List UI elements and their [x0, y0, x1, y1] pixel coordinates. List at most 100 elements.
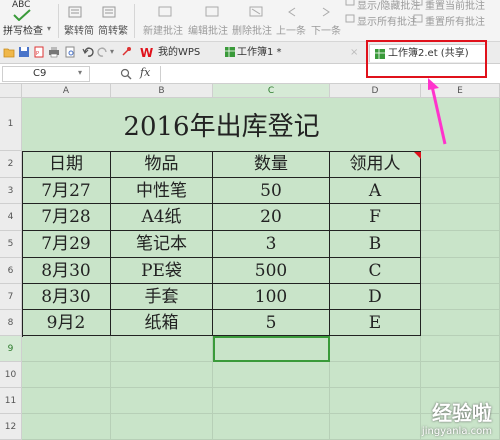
new-comment-button[interactable]: 新建批注	[143, 22, 183, 37]
tab-my-wps[interactable]: 我的WPS	[158, 44, 200, 62]
table-cell[interactable]: 50	[213, 178, 330, 204]
table-header-cell[interactable]: 日期	[22, 151, 111, 178]
table-cell[interactable]: D	[330, 284, 421, 310]
column-header[interactable]: D	[330, 84, 421, 98]
table-cell[interactable]: 7月27	[22, 178, 111, 204]
table-cell[interactable]: 8月30	[22, 258, 111, 284]
table-cell[interactable]: 3	[213, 231, 330, 258]
empty-cell[interactable]	[421, 310, 500, 336]
empty-cell[interactable]	[421, 151, 500, 178]
table-cell[interactable]: 5	[213, 310, 330, 336]
row-header[interactable]: 8	[0, 310, 22, 336]
table-header-cell[interactable]: 数量	[213, 151, 330, 178]
reset-all-button[interactable]: 重置所有批注	[425, 13, 485, 28]
empty-cell[interactable]	[421, 204, 500, 231]
empty-cell[interactable]	[421, 336, 500, 362]
row-header[interactable]: 7	[0, 284, 22, 310]
table-cell[interactable]: 500	[213, 258, 330, 284]
empty-cell[interactable]	[213, 388, 330, 414]
table-cell[interactable]: A4纸	[111, 204, 213, 231]
table-cell[interactable]: PE袋	[111, 258, 213, 284]
zoom-search-icon[interactable]	[120, 68, 132, 80]
edit-comment-button[interactable]: 编辑批注	[188, 22, 228, 37]
row-header[interactable]: 3	[0, 178, 22, 204]
tab-close-icon[interactable]: ×	[350, 44, 358, 62]
empty-cell[interactable]	[213, 362, 330, 388]
empty-cell[interactable]	[22, 336, 111, 362]
empty-cell[interactable]	[213, 336, 330, 362]
empty-cell[interactable]	[330, 388, 421, 414]
table-cell[interactable]: A	[330, 178, 421, 204]
empty-cell[interactable]	[421, 231, 500, 258]
undo-icon[interactable]	[82, 46, 94, 58]
table-cell[interactable]: 手套	[111, 284, 213, 310]
insert-function-button[interactable]: fx	[140, 66, 150, 79]
empty-cell[interactable]	[421, 178, 500, 204]
empty-cell[interactable]	[421, 258, 500, 284]
name-box[interactable]: C9 ▾	[2, 66, 90, 82]
table-cell[interactable]: 笔记本	[111, 231, 213, 258]
table-header-cell[interactable]: 物品	[111, 151, 213, 178]
empty-cell[interactable]	[111, 414, 213, 440]
empty-cell[interactable]	[330, 362, 421, 388]
table-cell[interactable]: 中性笔	[111, 178, 213, 204]
empty-cell[interactable]	[22, 388, 111, 414]
open-folder-icon[interactable]	[3, 46, 15, 58]
empty-cell[interactable]	[22, 362, 111, 388]
row-header[interactable]: 4	[0, 204, 22, 231]
empty-cell[interactable]	[330, 414, 421, 440]
show-all-comments-button[interactable]: 显示所有批注	[357, 13, 417, 28]
row-header[interactable]: 5	[0, 231, 22, 258]
reset-current-button[interactable]: 重置当前批注	[425, 0, 485, 12]
table-cell[interactable]: 100	[213, 284, 330, 310]
empty-cell[interactable]	[22, 414, 111, 440]
export-pdf-icon[interactable]: P	[33, 46, 45, 58]
select-all-corner[interactable]	[0, 84, 22, 98]
next-comment-button[interactable]: 下一条	[311, 22, 341, 37]
table-cell[interactable]: 8月30	[22, 284, 111, 310]
empty-cell[interactable]	[111, 388, 213, 414]
table-cell[interactable]: 9月2	[22, 310, 111, 336]
empty-cell[interactable]	[111, 362, 213, 388]
save-icon[interactable]	[18, 46, 30, 58]
name-box-dropdown-icon[interactable]: ▾	[78, 68, 82, 77]
row-header[interactable]: 1	[0, 98, 22, 151]
comment-indicator-icon[interactable]	[414, 152, 421, 159]
tab-workbook2-shared[interactable]: 工作簿2.et (共享)	[369, 44, 486, 62]
redo-icon[interactable]	[97, 46, 109, 58]
row-header[interactable]: 2	[0, 151, 22, 178]
empty-cell[interactable]	[330, 336, 421, 362]
column-header[interactable]: A	[22, 84, 111, 98]
table-cell[interactable]: E	[330, 310, 421, 336]
quick-access-dropdown-icon[interactable]: ▾	[110, 47, 114, 56]
empty-cell[interactable]	[213, 414, 330, 440]
empty-cell[interactable]	[421, 388, 500, 414]
simp-to-trad-button[interactable]: 简转繁	[98, 22, 128, 37]
spellcheck-dropdown-icon[interactable]: ▾	[47, 24, 51, 33]
row-header[interactable]: 10	[0, 362, 22, 388]
delete-comment-button[interactable]: 删除批注	[232, 22, 272, 37]
empty-cell[interactable]	[421, 362, 500, 388]
table-cell[interactable]: C	[330, 258, 421, 284]
row-header[interactable]: 11	[0, 388, 22, 414]
column-header[interactable]: B	[111, 84, 213, 98]
empty-cell[interactable]	[111, 336, 213, 362]
show-hide-comment-button[interactable]: 显示/隐藏批注	[357, 0, 420, 12]
table-cell[interactable]: B	[330, 231, 421, 258]
print-preview-icon[interactable]	[64, 46, 76, 58]
table-cell[interactable]: 7月29	[22, 231, 111, 258]
prev-comment-button[interactable]: 上一条	[276, 22, 306, 37]
spellcheck-button[interactable]: 拼写检查	[3, 22, 43, 37]
tab-workbook1[interactable]: 工作簿1 *	[237, 44, 282, 62]
row-header[interactable]: 12	[0, 414, 22, 440]
empty-cell[interactable]	[421, 284, 500, 310]
table-cell[interactable]: 20	[213, 204, 330, 231]
table-header-cell[interactable]: 领用人	[330, 151, 421, 178]
table-cell[interactable]: 纸箱	[111, 310, 213, 336]
row-header[interactable]: 6	[0, 258, 22, 284]
column-header[interactable]: C	[213, 84, 330, 98]
trad-to-simp-button[interactable]: 繁转简	[64, 22, 94, 37]
empty-cell[interactable]	[421, 414, 500, 440]
table-cell[interactable]: F	[330, 204, 421, 231]
table-cell[interactable]: 7月28	[22, 204, 111, 231]
